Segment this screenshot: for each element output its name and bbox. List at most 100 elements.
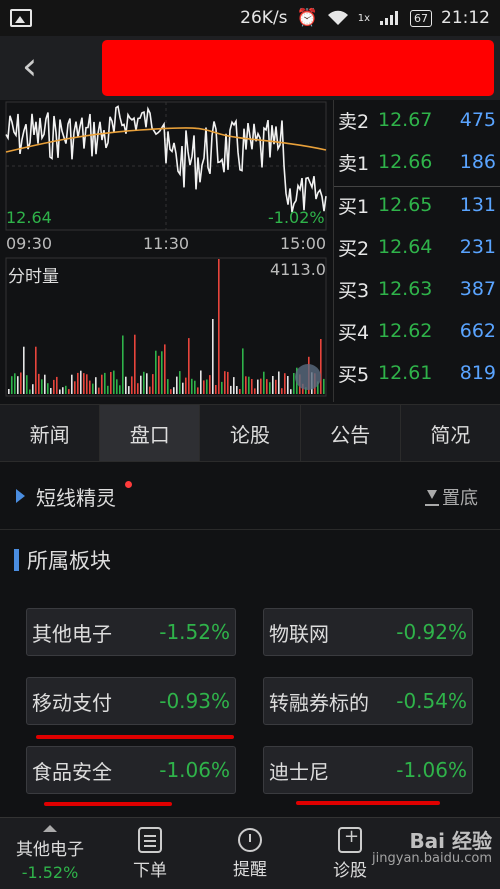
nav-order[interactable]: 下单 (100, 818, 200, 889)
sector-card[interactable]: 转融券标的 -0.54% (263, 677, 473, 725)
sector-card[interactable]: 其他电子 -1.52% (26, 608, 236, 656)
status-bar: 26K/s ⏰ 1x 67 21:12 (0, 0, 500, 36)
intraday-chart[interactable]: 12.64 -1.02% 09:30 11:30 15:00 分时量 4113.… (0, 100, 332, 402)
volume-bar (272, 376, 274, 394)
order-row[interactable]: 买4 12.62 662 (334, 311, 500, 351)
volume-bar (68, 389, 70, 394)
tab-news[interactable]: 新闻 (0, 405, 101, 461)
tab-discussion[interactable]: 论股 (200, 405, 301, 461)
volume-bar (239, 389, 241, 394)
volume-bar (161, 351, 163, 395)
volume-bar (275, 379, 277, 394)
network-speed: 26K/s (240, 8, 288, 28)
volume-bar (245, 376, 247, 394)
volume-bar (98, 387, 100, 394)
volume-bar (209, 375, 211, 394)
gallery-notification-icon (10, 9, 32, 27)
order-row[interactable]: 买1 12.65 131 (334, 185, 500, 225)
zoom-icon[interactable] (295, 364, 321, 390)
volume-bar (77, 372, 79, 394)
volume-bar (320, 339, 322, 394)
alarm-clock-icon (238, 827, 262, 852)
order-row[interactable]: 买3 12.63 387 (334, 269, 500, 309)
order-price: 12.65 (378, 194, 433, 216)
volume-bar (116, 379, 118, 394)
volume-bar (65, 385, 67, 394)
volume-bar (194, 380, 196, 394)
volume-bar (188, 338, 190, 394)
pin-bottom-button[interactable]: 置底 (425, 484, 478, 510)
sector-card[interactable]: 迪士尼 -1.06% (263, 746, 473, 794)
sector-card[interactable]: 食品安全 -1.06% (26, 746, 236, 794)
sector-card[interactable]: 移动支付 -0.93% (26, 677, 236, 725)
volume-bar (197, 387, 199, 394)
order-label: 买2 (338, 237, 370, 260)
volume-bar (95, 377, 97, 394)
sector-change: -1.52% (159, 620, 230, 644)
volume-bar (164, 344, 166, 394)
sector-card[interactable]: 物联网 -0.92% (263, 608, 473, 656)
order-row[interactable]: 卖2 12.67 475 (334, 100, 500, 140)
sector-name: 迪士尼 (269, 759, 329, 784)
volume-bar (107, 385, 109, 394)
volume-bar (221, 381, 223, 394)
volume-bar (125, 376, 127, 394)
volume-bar (56, 376, 58, 394)
volume-bar (158, 355, 160, 394)
volume-bar (74, 381, 76, 394)
order-row[interactable]: 买2 12.64 231 (334, 227, 500, 267)
volume-bar (80, 370, 82, 394)
order-price: 12.61 (378, 362, 433, 384)
short-line-sprite-row[interactable]: 短线精灵 置底 (0, 462, 500, 530)
order-volume: 186 (459, 151, 496, 173)
nav-alert-label: 提醒 (233, 859, 267, 880)
volume-bar (287, 376, 289, 394)
volume-bar (251, 379, 253, 394)
nav-stock-name: 其他电子 (16, 840, 84, 860)
volume-bar (260, 378, 262, 394)
sector-name: 食品安全 (32, 759, 112, 784)
nav-current-sector[interactable]: 其他电子 -1.52% (0, 818, 100, 889)
tab-announcements[interactable]: 公告 (301, 405, 401, 461)
signal-label: 1x (357, 12, 370, 24)
tab-label: 盘口 (129, 422, 170, 447)
volume-bar (254, 388, 256, 394)
order-price: 12.63 (378, 278, 433, 300)
volume-bar (14, 373, 16, 394)
annotation-underline (296, 801, 440, 805)
expand-triangle-icon (16, 489, 25, 503)
volume-bar (203, 380, 205, 394)
order-label: 买1 (338, 195, 370, 218)
volume-bar (59, 389, 61, 394)
volume-bar (23, 346, 25, 394)
volume-bar (233, 377, 235, 394)
nav-alert[interactable]: 提醒 (200, 818, 300, 889)
volume-bar (227, 371, 229, 394)
volume-bar (17, 376, 19, 394)
order-row[interactable]: 买5 12.61 819 (334, 353, 500, 393)
baidu-watermark: Bai 经验 jingyan.baidu.com (372, 831, 492, 868)
tab-profile[interactable]: 简况 (401, 405, 500, 461)
last-price-label: 12.64 (6, 208, 52, 227)
volume-bar (212, 319, 214, 394)
volume-bar (257, 379, 259, 394)
change-pct-label: -1.02% (268, 208, 325, 227)
order-volume: 819 (459, 362, 496, 384)
volume-bar (152, 374, 154, 394)
volume-bar (242, 348, 244, 394)
volume-bar (206, 379, 208, 394)
volume-bar (167, 379, 169, 394)
volume-bar (92, 383, 94, 394)
diagnose-plus-icon (338, 826, 362, 853)
sector-change: -0.54% (396, 689, 467, 713)
section-marker (14, 549, 19, 571)
volume-bar (53, 379, 55, 394)
volume-bar (47, 383, 49, 394)
volume-bar (155, 350, 157, 394)
nav-stock-change: -1.52% (21, 863, 79, 882)
tab-order-book[interactable]: 盘口 (100, 405, 201, 461)
order-row[interactable]: 卖1 12.66 186 (334, 142, 500, 182)
volume-bar (290, 389, 292, 394)
volume-bar (41, 379, 43, 394)
back-button[interactable]: ‹ (22, 47, 62, 88)
